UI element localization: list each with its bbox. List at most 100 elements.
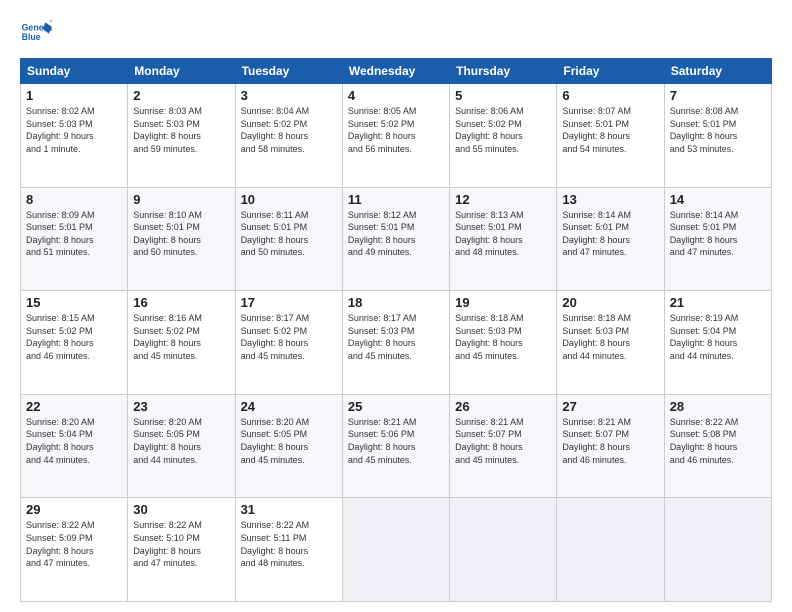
day-info: Sunrise: 8:03 AM Sunset: 5:03 PM Dayligh… [133,105,229,155]
calendar-cell: 12 Sunrise: 8:13 AM Sunset: 5:01 PM Dayli… [450,187,557,291]
calendar-cell: 5Sunrise: 8:06 AM Sunset: 5:02 PM Daylig… [450,84,557,188]
weekday-header-tuesday: Tuesday [235,59,342,84]
day-info: Sunrise: 8:17 AM Sunset: 5:03 PM Dayligh… [348,312,444,362]
day-number: 23 [133,399,229,414]
day-number: 19 [455,295,551,310]
day-number: 5 [455,88,551,103]
day-info: Sunrise: 8:07 AM Sunset: 5:01 PM Dayligh… [562,105,658,155]
day-info: Sunrise: 8:21 AM Sunset: 5:07 PM Dayligh… [455,416,551,466]
day-info: Sunrise: 8:20 AM Sunset: 5:05 PM Dayligh… [133,416,229,466]
day-info: Sunrise: 8:16 AM Sunset: 5:02 PM Dayligh… [133,312,229,362]
day-info: Sunrise: 8:22 AM Sunset: 5:08 PM Dayligh… [670,416,766,466]
calendar-cell: 24 Sunrise: 8:20 AM Sunset: 5:05 PM Dayli… [235,394,342,498]
calendar-cell: 16 Sunrise: 8:16 AM Sunset: 5:02 PM Dayli… [128,291,235,395]
day-info: Sunrise: 8:22 AM Sunset: 5:10 PM Dayligh… [133,519,229,569]
calendar-cell: 18 Sunrise: 8:17 AM Sunset: 5:03 PM Dayli… [342,291,449,395]
day-number: 3 [241,88,337,103]
weekday-header-sunday: Sunday [21,59,128,84]
calendar-cell: 10 Sunrise: 8:11 AM Sunset: 5:01 PM Dayli… [235,187,342,291]
day-info: Sunrise: 8:18 AM Sunset: 5:03 PM Dayligh… [455,312,551,362]
calendar-cell: 17Sunrise: 8:17 AM Sunset: 5:02 PM Dayli… [235,291,342,395]
calendar-cell: 13Sunrise: 8:14 AM Sunset: 5:01 PM Dayli… [557,187,664,291]
day-number: 27 [562,399,658,414]
calendar-cell: 27 Sunrise: 8:21 AM Sunset: 5:07 PM Dayli… [557,394,664,498]
day-info: Sunrise: 8:19 AM Sunset: 5:04 PM Dayligh… [670,312,766,362]
calendar-cell: 3 Sunrise: 8:04 AM Sunset: 5:02 PM Daylig… [235,84,342,188]
day-number: 26 [455,399,551,414]
calendar-cell: 28 Sunrise: 8:22 AM Sunset: 5:08 PM Dayli… [664,394,771,498]
day-info: Sunrise: 8:14 AM Sunset: 5:01 PM Dayligh… [562,209,658,259]
calendar-cell: 30Sunrise: 8:22 AM Sunset: 5:10 PM Dayli… [128,498,235,602]
day-number: 25 [348,399,444,414]
day-info: Sunrise: 8:21 AM Sunset: 5:06 PM Dayligh… [348,416,444,466]
week-row-1: 1 Sunrise: 8:02 AM Sunset: 5:03 PM Daylig… [21,84,772,188]
day-number: 15 [26,295,122,310]
week-row-2: 8 Sunrise: 8:09 AM Sunset: 5:01 PM Daylig… [21,187,772,291]
day-number: 17 [241,295,337,310]
calendar-cell: 7 Sunrise: 8:08 AM Sunset: 5:01 PM Daylig… [664,84,771,188]
day-number: 1 [26,88,122,103]
day-number: 22 [26,399,122,414]
day-number: 8 [26,192,122,207]
calendar-cell [664,498,771,602]
week-row-3: 15 Sunrise: 8:15 AM Sunset: 5:02 PM Dayli… [21,291,772,395]
day-number: 12 [455,192,551,207]
day-info: Sunrise: 8:22 AM Sunset: 5:09 PM Dayligh… [26,519,122,569]
day-number: 28 [670,399,766,414]
header: General Blue [20,16,772,48]
calendar-cell: 1 Sunrise: 8:02 AM Sunset: 5:03 PM Daylig… [21,84,128,188]
calendar-cell: 6Sunrise: 8:07 AM Sunset: 5:01 PM Daylig… [557,84,664,188]
calendar-cell: 20 Sunrise: 8:18 AM Sunset: 5:03 PM Dayli… [557,291,664,395]
day-info: Sunrise: 8:22 AM Sunset: 5:11 PM Dayligh… [241,519,337,569]
calendar-table: SundayMondayTuesdayWednesdayThursdayFrid… [20,58,772,602]
day-info: Sunrise: 8:02 AM Sunset: 5:03 PM Dayligh… [26,105,122,155]
weekday-header-friday: Friday [557,59,664,84]
calendar-cell: 26 Sunrise: 8:21 AM Sunset: 5:07 PM Dayli… [450,394,557,498]
weekday-header-thursday: Thursday [450,59,557,84]
calendar-cell: 22Sunrise: 8:20 AM Sunset: 5:04 PM Dayli… [21,394,128,498]
weekday-header-monday: Monday [128,59,235,84]
calendar-cell: 8 Sunrise: 8:09 AM Sunset: 5:01 PM Daylig… [21,187,128,291]
day-number: 29 [26,502,122,517]
day-info: Sunrise: 8:14 AM Sunset: 5:01 PM Dayligh… [670,209,766,259]
day-number: 2 [133,88,229,103]
calendar-cell: 25 Sunrise: 8:21 AM Sunset: 5:06 PM Dayli… [342,394,449,498]
calendar-cell: 14 Sunrise: 8:14 AM Sunset: 5:01 PM Dayli… [664,187,771,291]
day-info: Sunrise: 8:20 AM Sunset: 5:05 PM Dayligh… [241,416,337,466]
page: General Blue SundayMondayTuesdayWednesda… [0,0,792,612]
day-info: Sunrise: 8:10 AM Sunset: 5:01 PM Dayligh… [133,209,229,259]
day-info: Sunrise: 8:15 AM Sunset: 5:02 PM Dayligh… [26,312,122,362]
day-number: 16 [133,295,229,310]
day-info: Sunrise: 8:09 AM Sunset: 5:01 PM Dayligh… [26,209,122,259]
weekday-header-saturday: Saturday [664,59,771,84]
day-number: 21 [670,295,766,310]
calendar-cell: 31 Sunrise: 8:22 AM Sunset: 5:11 PM Dayli… [235,498,342,602]
calendar-cell [557,498,664,602]
day-info: Sunrise: 8:11 AM Sunset: 5:01 PM Dayligh… [241,209,337,259]
calendar-cell: 21 Sunrise: 8:19 AM Sunset: 5:04 PM Dayli… [664,291,771,395]
day-info: Sunrise: 8:08 AM Sunset: 5:01 PM Dayligh… [670,105,766,155]
day-info: Sunrise: 8:18 AM Sunset: 5:03 PM Dayligh… [562,312,658,362]
week-row-4: 22Sunrise: 8:20 AM Sunset: 5:04 PM Dayli… [21,394,772,498]
day-info: Sunrise: 8:21 AM Sunset: 5:07 PM Dayligh… [562,416,658,466]
calendar-cell [450,498,557,602]
day-info: Sunrise: 8:04 AM Sunset: 5:02 PM Dayligh… [241,105,337,155]
week-row-5: 29 Sunrise: 8:22 AM Sunset: 5:09 PM Dayli… [21,498,772,602]
day-info: Sunrise: 8:13 AM Sunset: 5:01 PM Dayligh… [455,209,551,259]
calendar-cell: 15 Sunrise: 8:15 AM Sunset: 5:02 PM Dayli… [21,291,128,395]
calendar-cell: 23 Sunrise: 8:20 AM Sunset: 5:05 PM Dayli… [128,394,235,498]
day-number: 20 [562,295,658,310]
svg-text:Blue: Blue [22,32,41,42]
calendar-cell: 9Sunrise: 8:10 AM Sunset: 5:01 PM Daylig… [128,187,235,291]
day-number: 14 [670,192,766,207]
calendar-cell: 29 Sunrise: 8:22 AM Sunset: 5:09 PM Dayli… [21,498,128,602]
calendar-cell: 2 Sunrise: 8:03 AM Sunset: 5:03 PM Daylig… [128,84,235,188]
day-number: 24 [241,399,337,414]
day-number: 18 [348,295,444,310]
day-number: 10 [241,192,337,207]
day-number: 7 [670,88,766,103]
calendar-cell: 11Sunrise: 8:12 AM Sunset: 5:01 PM Dayli… [342,187,449,291]
day-number: 31 [241,502,337,517]
logo-icon: General Blue [20,16,52,48]
day-info: Sunrise: 8:05 AM Sunset: 5:02 PM Dayligh… [348,105,444,155]
